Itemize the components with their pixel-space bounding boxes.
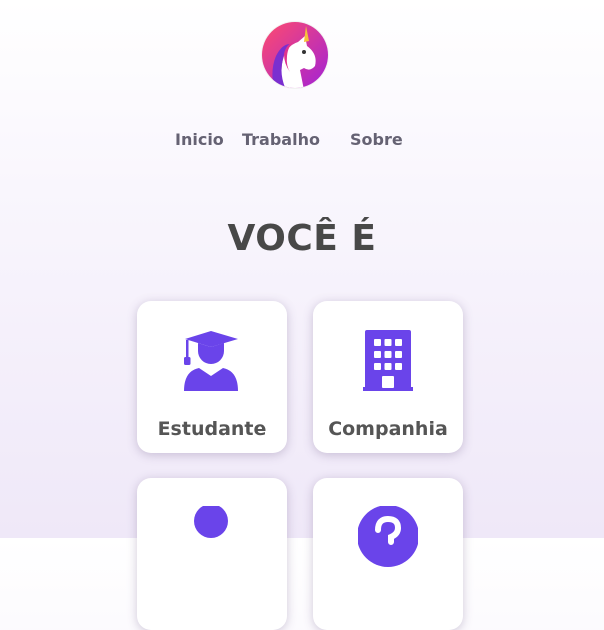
- card-person[interactable]: [137, 478, 287, 630]
- card-question[interactable]: [313, 478, 463, 630]
- nav-link-sobre[interactable]: Sobre: [350, 130, 403, 149]
- unicorn-logo[interactable]: [259, 19, 331, 91]
- card-label: Estudante: [157, 418, 267, 440]
- nav-link-inicio[interactable]: Inicio: [175, 130, 224, 149]
- person-icon: [194, 506, 228, 538]
- question-icon: [358, 506, 418, 567]
- graduation-cap-icon: [184, 331, 238, 391]
- card-companhia[interactable]: Companhia: [313, 301, 463, 453]
- building-icon: [363, 330, 413, 391]
- main-nav: Inicio Trabalho Sobre: [0, 130, 604, 152]
- unicorn-icon: [261, 21, 329, 89]
- card-label: Companhia: [328, 418, 448, 440]
- page-title: VOCÊ É: [227, 218, 377, 259]
- nav-link-trabalho[interactable]: Trabalho: [242, 130, 320, 149]
- card-estudante[interactable]: Estudante: [137, 301, 287, 453]
